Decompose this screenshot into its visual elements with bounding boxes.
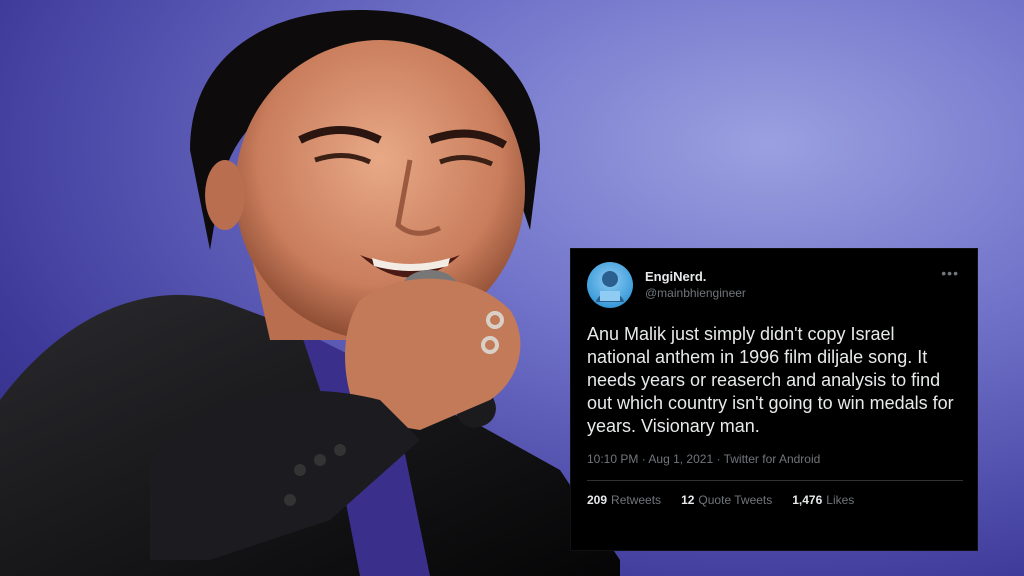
retweets-count: 209 <box>587 493 608 507</box>
quotes-stat[interactable]: 12 Quote Tweets <box>681 493 772 507</box>
user-handle[interactable]: @mainbhiengineer <box>645 285 746 301</box>
tweet-card[interactable]: EngiNerd. @mainbhiengineer ••• Anu Malik… <box>570 248 978 551</box>
tweet-source[interactable]: Twitter for Android <box>724 452 821 466</box>
tweet-stats: 209 Retweets 12 Quote Tweets 1,476 Likes <box>587 481 963 507</box>
more-horizontal-icon[interactable]: ••• <box>941 265 959 281</box>
background-photo: EngiNerd. @mainbhiengineer ••• Anu Malik… <box>0 0 1024 576</box>
retweets-stat[interactable]: 209 Retweets <box>587 493 661 507</box>
person-icon <box>596 271 624 302</box>
singer-photo <box>0 10 620 576</box>
tweet-meta: 10:10 PM · Aug 1, 2021 · Twitter for And… <box>587 452 963 466</box>
separator-dot: · <box>716 452 724 466</box>
avatar[interactable] <box>587 262 633 308</box>
retweets-label: Retweets <box>611 493 662 507</box>
likes-label: Likes <box>826 493 855 507</box>
likes-stat[interactable]: 1,476 Likes <box>792 493 854 507</box>
user-names: EngiNerd. @mainbhiengineer <box>645 269 746 301</box>
tweet-date[interactable]: Aug 1, 2021 <box>648 452 713 466</box>
display-name[interactable]: EngiNerd. <box>645 269 746 285</box>
tweet-time[interactable]: 10:10 PM <box>587 452 638 466</box>
quotes-label: Quote Tweets <box>698 493 773 507</box>
tweet-text: Anu Malik just simply didn't copy Israel… <box>587 324 954 436</box>
quotes-count: 12 <box>681 493 695 507</box>
likes-count: 1,476 <box>792 493 823 507</box>
tweet-header: EngiNerd. @mainbhiengineer ••• <box>587 259 963 311</box>
